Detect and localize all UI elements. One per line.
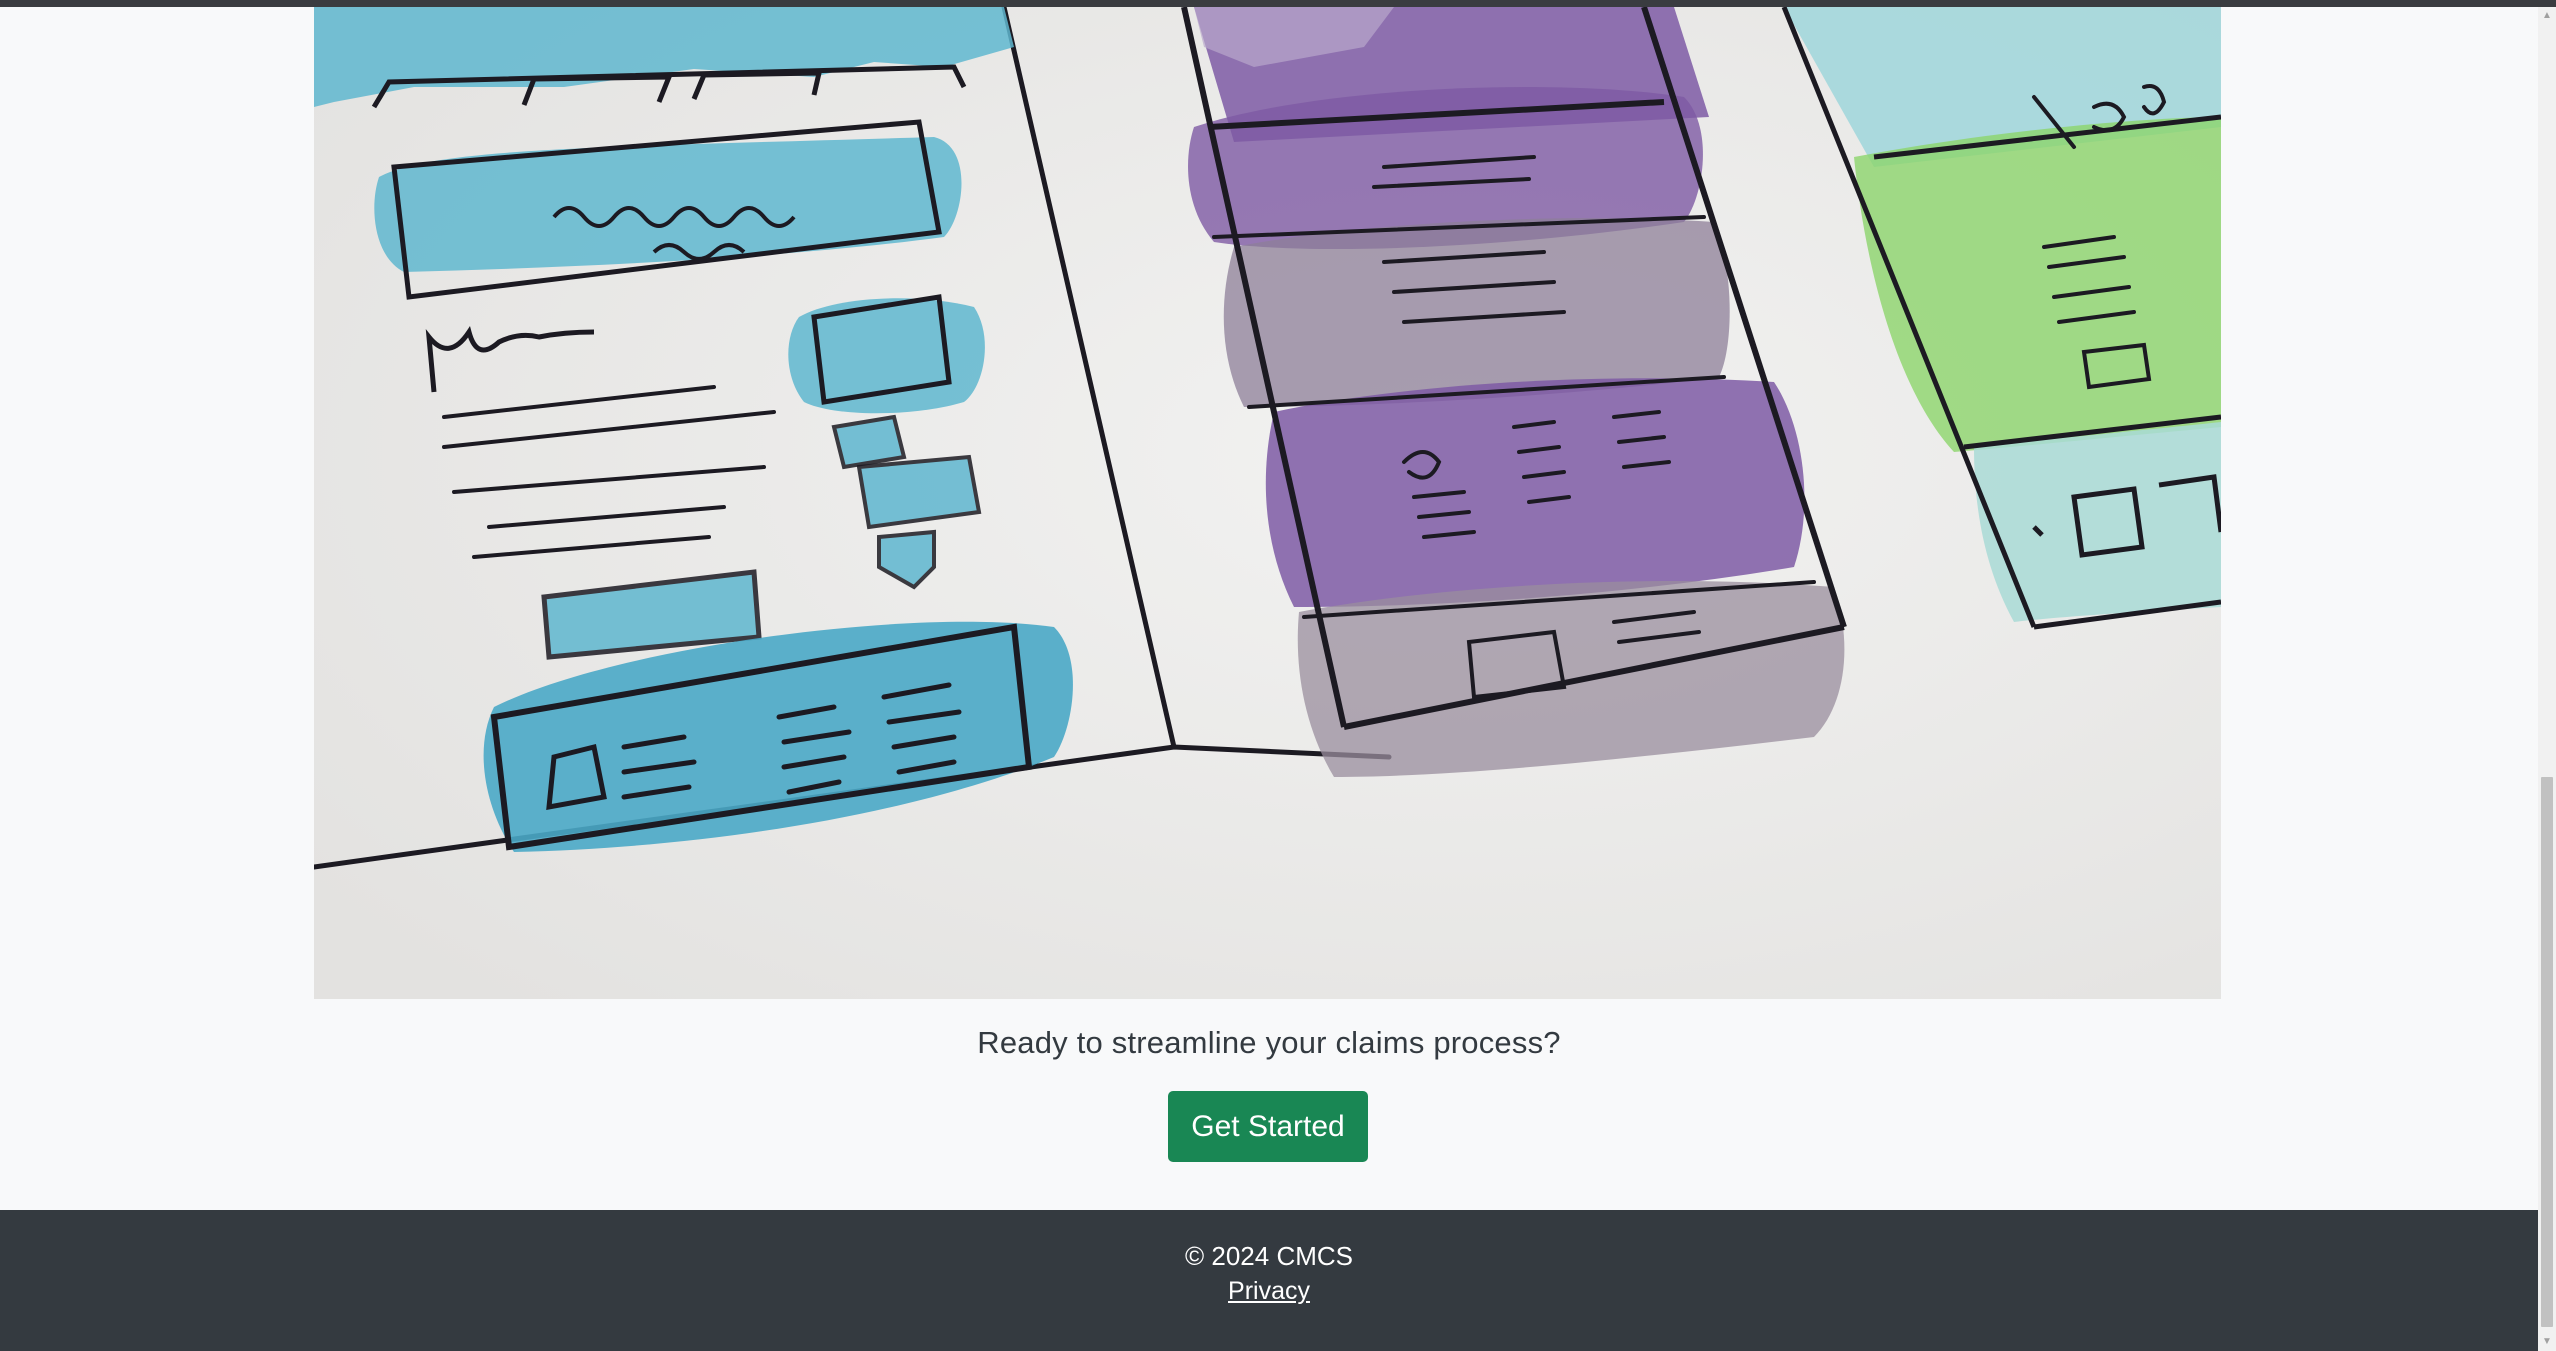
wireframe-illustration xyxy=(314,7,2221,999)
cta-tagline: Ready to streamline your claims process? xyxy=(977,1025,1561,1060)
scrollbar-thumb[interactable] xyxy=(2541,777,2553,1327)
main-content: Ready to streamline your claims process?… xyxy=(0,7,2538,1210)
top-edge-bar xyxy=(0,0,2556,7)
scroll-up-arrow-icon[interactable]: ▲ xyxy=(2538,7,2556,25)
vertical-scrollbar[interactable]: ▲ ▼ xyxy=(2538,7,2556,1351)
page-viewport: Ready to streamline your claims process?… xyxy=(0,0,2556,1351)
get-started-button[interactable]: Get Started xyxy=(1168,1091,1368,1162)
privacy-link[interactable]: Privacy xyxy=(0,1277,2538,1306)
scroll-down-arrow-icon[interactable]: ▼ xyxy=(2538,1333,2556,1351)
footer-copyright: © 2024 CMCS xyxy=(1185,1241,1353,1271)
site-footer: © 2024 CMCS Privacy xyxy=(0,1210,2538,1351)
hero-wireframe-image xyxy=(314,7,2221,999)
